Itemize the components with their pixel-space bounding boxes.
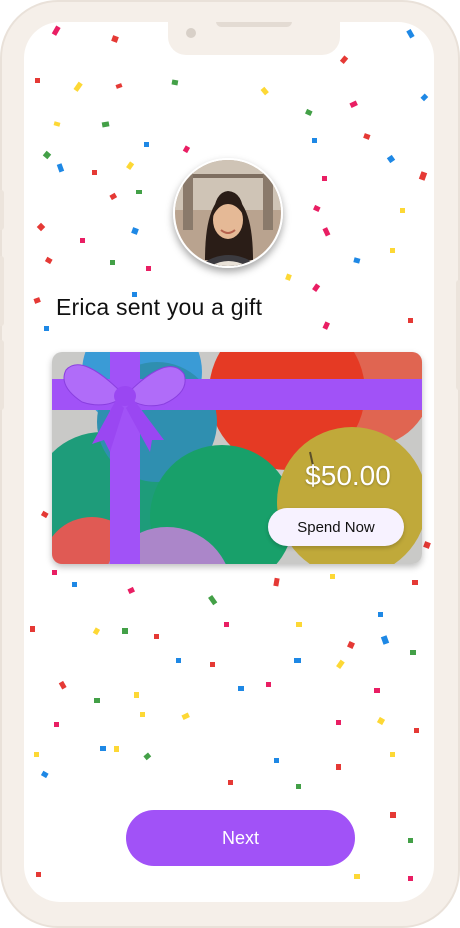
side-button-left-2: [0, 256, 4, 326]
ribbon-vertical: [110, 352, 140, 564]
speaker-grille: [216, 22, 292, 27]
gift-headline: Erica sent you a gift: [56, 294, 263, 320]
front-camera: [186, 28, 196, 38]
side-button-left-3: [0, 340, 4, 410]
side-button-right: [456, 280, 460, 390]
sender-avatar: [173, 158, 283, 268]
gift-card[interactable]: $50.00 Spend Now: [52, 352, 422, 564]
side-button-left: [0, 190, 4, 230]
gift-amount: $50.00: [305, 460, 391, 491]
user-photo-icon: [175, 160, 281, 266]
ribbon-horizontal: [52, 379, 422, 410]
phone-notch: [168, 22, 340, 55]
next-button[interactable]: Next: [126, 810, 355, 866]
screen: Erica sent you a gift $50.00 Spend Now N: [24, 22, 434, 902]
spend-now-button[interactable]: Spend Now: [268, 508, 404, 546]
